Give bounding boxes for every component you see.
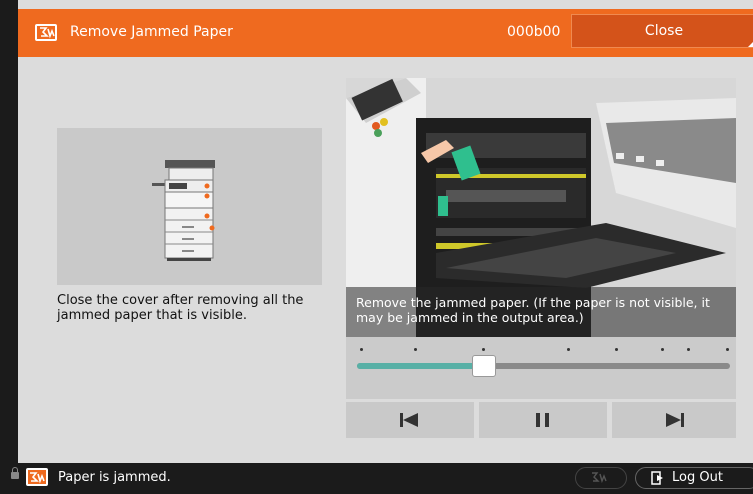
next-step-icon	[666, 413, 684, 427]
slider-handle[interactable]	[471, 355, 496, 377]
step-marker	[615, 348, 618, 351]
status-bar: Paper is jammed. Log Out	[0, 463, 753, 493]
previous-step-button[interactable]	[346, 402, 474, 438]
corner-marker-icon	[748, 39, 753, 47]
slider-progress-fill	[357, 363, 484, 369]
pause-button[interactable]	[479, 402, 607, 438]
log-out-label: Log Out	[672, 470, 723, 485]
step-marker	[567, 348, 570, 351]
step-marker	[482, 348, 485, 351]
lock-icon	[11, 467, 19, 479]
log-out-button[interactable]: Log Out	[635, 467, 753, 489]
previous-step-icon	[400, 413, 418, 427]
error-monitor-button[interactable]	[575, 467, 627, 489]
close-button-label: Close	[644, 23, 684, 39]
animation-caption: Remove the jammed paper. (If the paper i…	[346, 287, 736, 337]
paper-jam-status-icon[interactable]	[26, 468, 48, 486]
step-marker	[726, 348, 729, 351]
printer-location-icon	[152, 160, 215, 261]
step-marker	[414, 348, 417, 351]
animation-slider[interactable]	[346, 337, 736, 399]
screen-title: Remove Jammed Paper	[70, 24, 233, 40]
close-button[interactable]: Close	[571, 14, 753, 48]
pause-icon	[536, 413, 549, 427]
status-message: Paper is jammed.	[58, 470, 171, 485]
remove-jam-screen: Remove Jammed Paper 000b00 Close Close t…	[18, 0, 753, 463]
paper-jam-icon	[35, 24, 57, 41]
log-out-icon	[651, 471, 663, 485]
next-step-button[interactable]	[612, 402, 736, 438]
step-marker	[687, 348, 690, 351]
slider-track[interactable]	[357, 363, 730, 369]
instruction-text: Close the cover after removing all the j…	[57, 293, 304, 323]
animation-view: Remove the jammed paper. (If the paper i…	[346, 78, 736, 337]
step-marker	[661, 348, 664, 351]
error-code: 000b00	[507, 24, 561, 40]
jam-location-diagram	[57, 128, 322, 285]
title-bar: Remove Jammed Paper 000b00 Close	[18, 9, 753, 57]
paper-jam-dim-icon	[592, 472, 607, 484]
step-marker	[360, 348, 363, 351]
